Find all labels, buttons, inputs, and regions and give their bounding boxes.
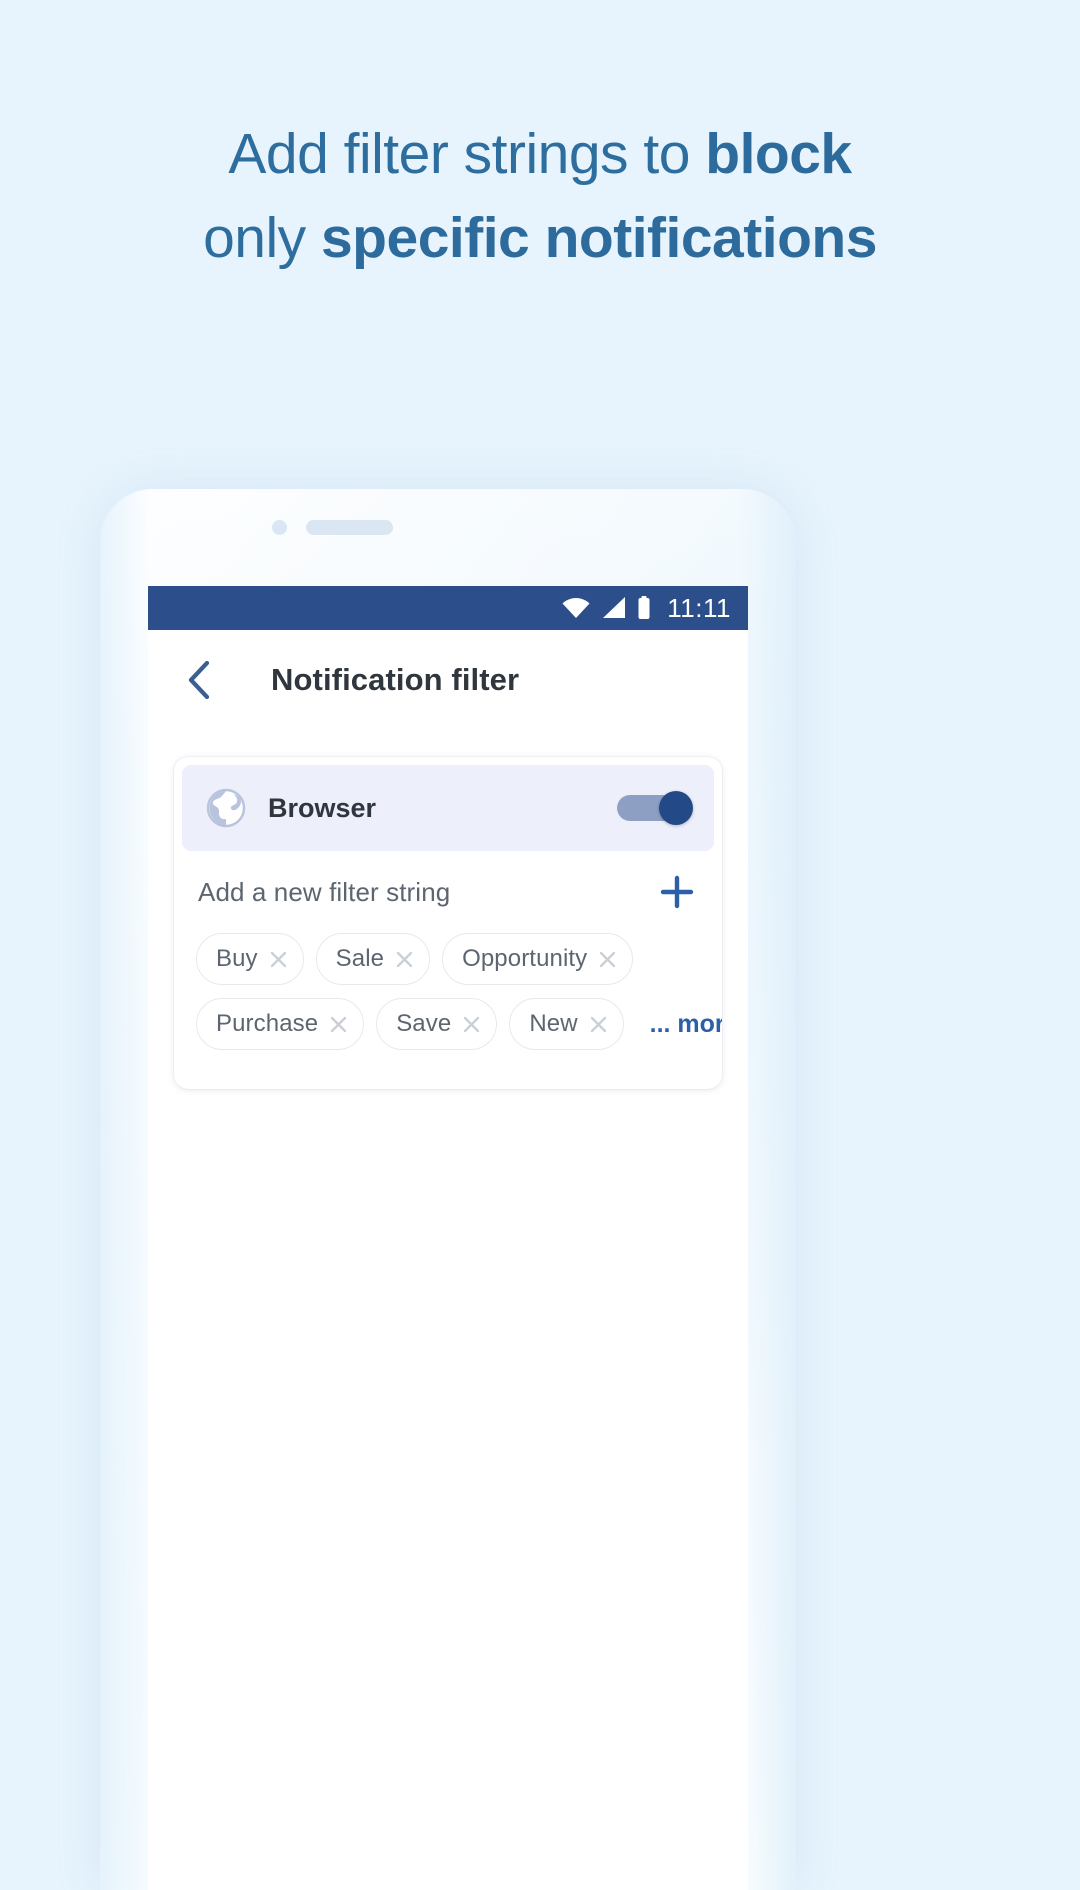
add-filter-label: Add a new filter string [198,876,451,907]
filter-card: Browser Add a new filter string Buy Sale… [174,757,722,1089]
app-enable-toggle[interactable] [617,791,693,825]
close-icon[interactable] [598,950,617,969]
headline-line-2: only specific notifications [0,196,1080,280]
toggle-knob [659,791,693,825]
chip-label: New [529,1010,578,1037]
phone-speaker-grille [306,520,393,535]
app-row-browser[interactable]: Browser [182,765,714,851]
status-bar-clock: 11:11 [667,593,731,623]
globe-icon [206,788,246,828]
filter-chips-container: Buy Sale Opportunity Purchase Save New .… [174,933,722,1050]
filter-chip[interactable]: Buy [196,933,304,985]
page-headline: Add filter strings to block only specifi… [0,112,1080,280]
headline-line-1-plain: Add filter strings to [228,122,706,186]
chip-label: Purchase [216,1010,319,1037]
signal-icon [603,597,626,618]
close-icon[interactable] [395,950,414,969]
page-title: Notification filter [271,662,520,697]
chip-label: Opportunity [462,945,588,972]
filter-chip[interactable]: Sale [315,933,431,985]
filter-chip[interactable]: Save [376,998,498,1050]
app-name-label: Browser [268,792,377,823]
headline-line-1: Add filter strings to block [0,112,1080,196]
show-more-link[interactable]: ... more [650,1010,722,1039]
close-icon[interactable] [462,1015,481,1034]
filter-chips-row-2: Purchase Save New ... mor [196,998,722,1050]
back-button[interactable] [157,638,241,722]
chip-label: Buy [216,945,258,972]
battery-icon [638,596,650,619]
close-icon[interactable] [329,1015,348,1034]
app-bar: Notification filter [148,630,748,730]
filter-chip[interactable]: New [509,998,624,1050]
filter-chip[interactable]: Purchase [196,998,365,1050]
headline-line-2-strong: specific notifications [320,206,877,270]
chip-label: Sale [335,945,385,972]
headline-line-2-plain: only [203,206,321,270]
chevron-left-icon [188,661,210,699]
phone-screen: 11:11 Notification filter Browser Add a … [148,586,748,1890]
headline-line-1-strong: block [705,122,852,186]
wifi-icon [562,598,590,618]
status-bar: 11:11 [148,586,748,630]
chip-label: Save [396,1010,452,1037]
close-icon[interactable] [589,1015,608,1034]
add-filter-row[interactable]: Add a new filter string [174,851,722,933]
phone-bezel-left [100,489,148,1890]
add-filter-button[interactable] [654,869,700,915]
phone-camera-dot [272,520,287,535]
filter-chip[interactable]: Opportunity [442,933,634,985]
close-icon[interactable] [269,950,288,969]
filter-chips-row-1: Buy Sale Opportunity [196,933,700,985]
plus-icon [660,875,694,909]
